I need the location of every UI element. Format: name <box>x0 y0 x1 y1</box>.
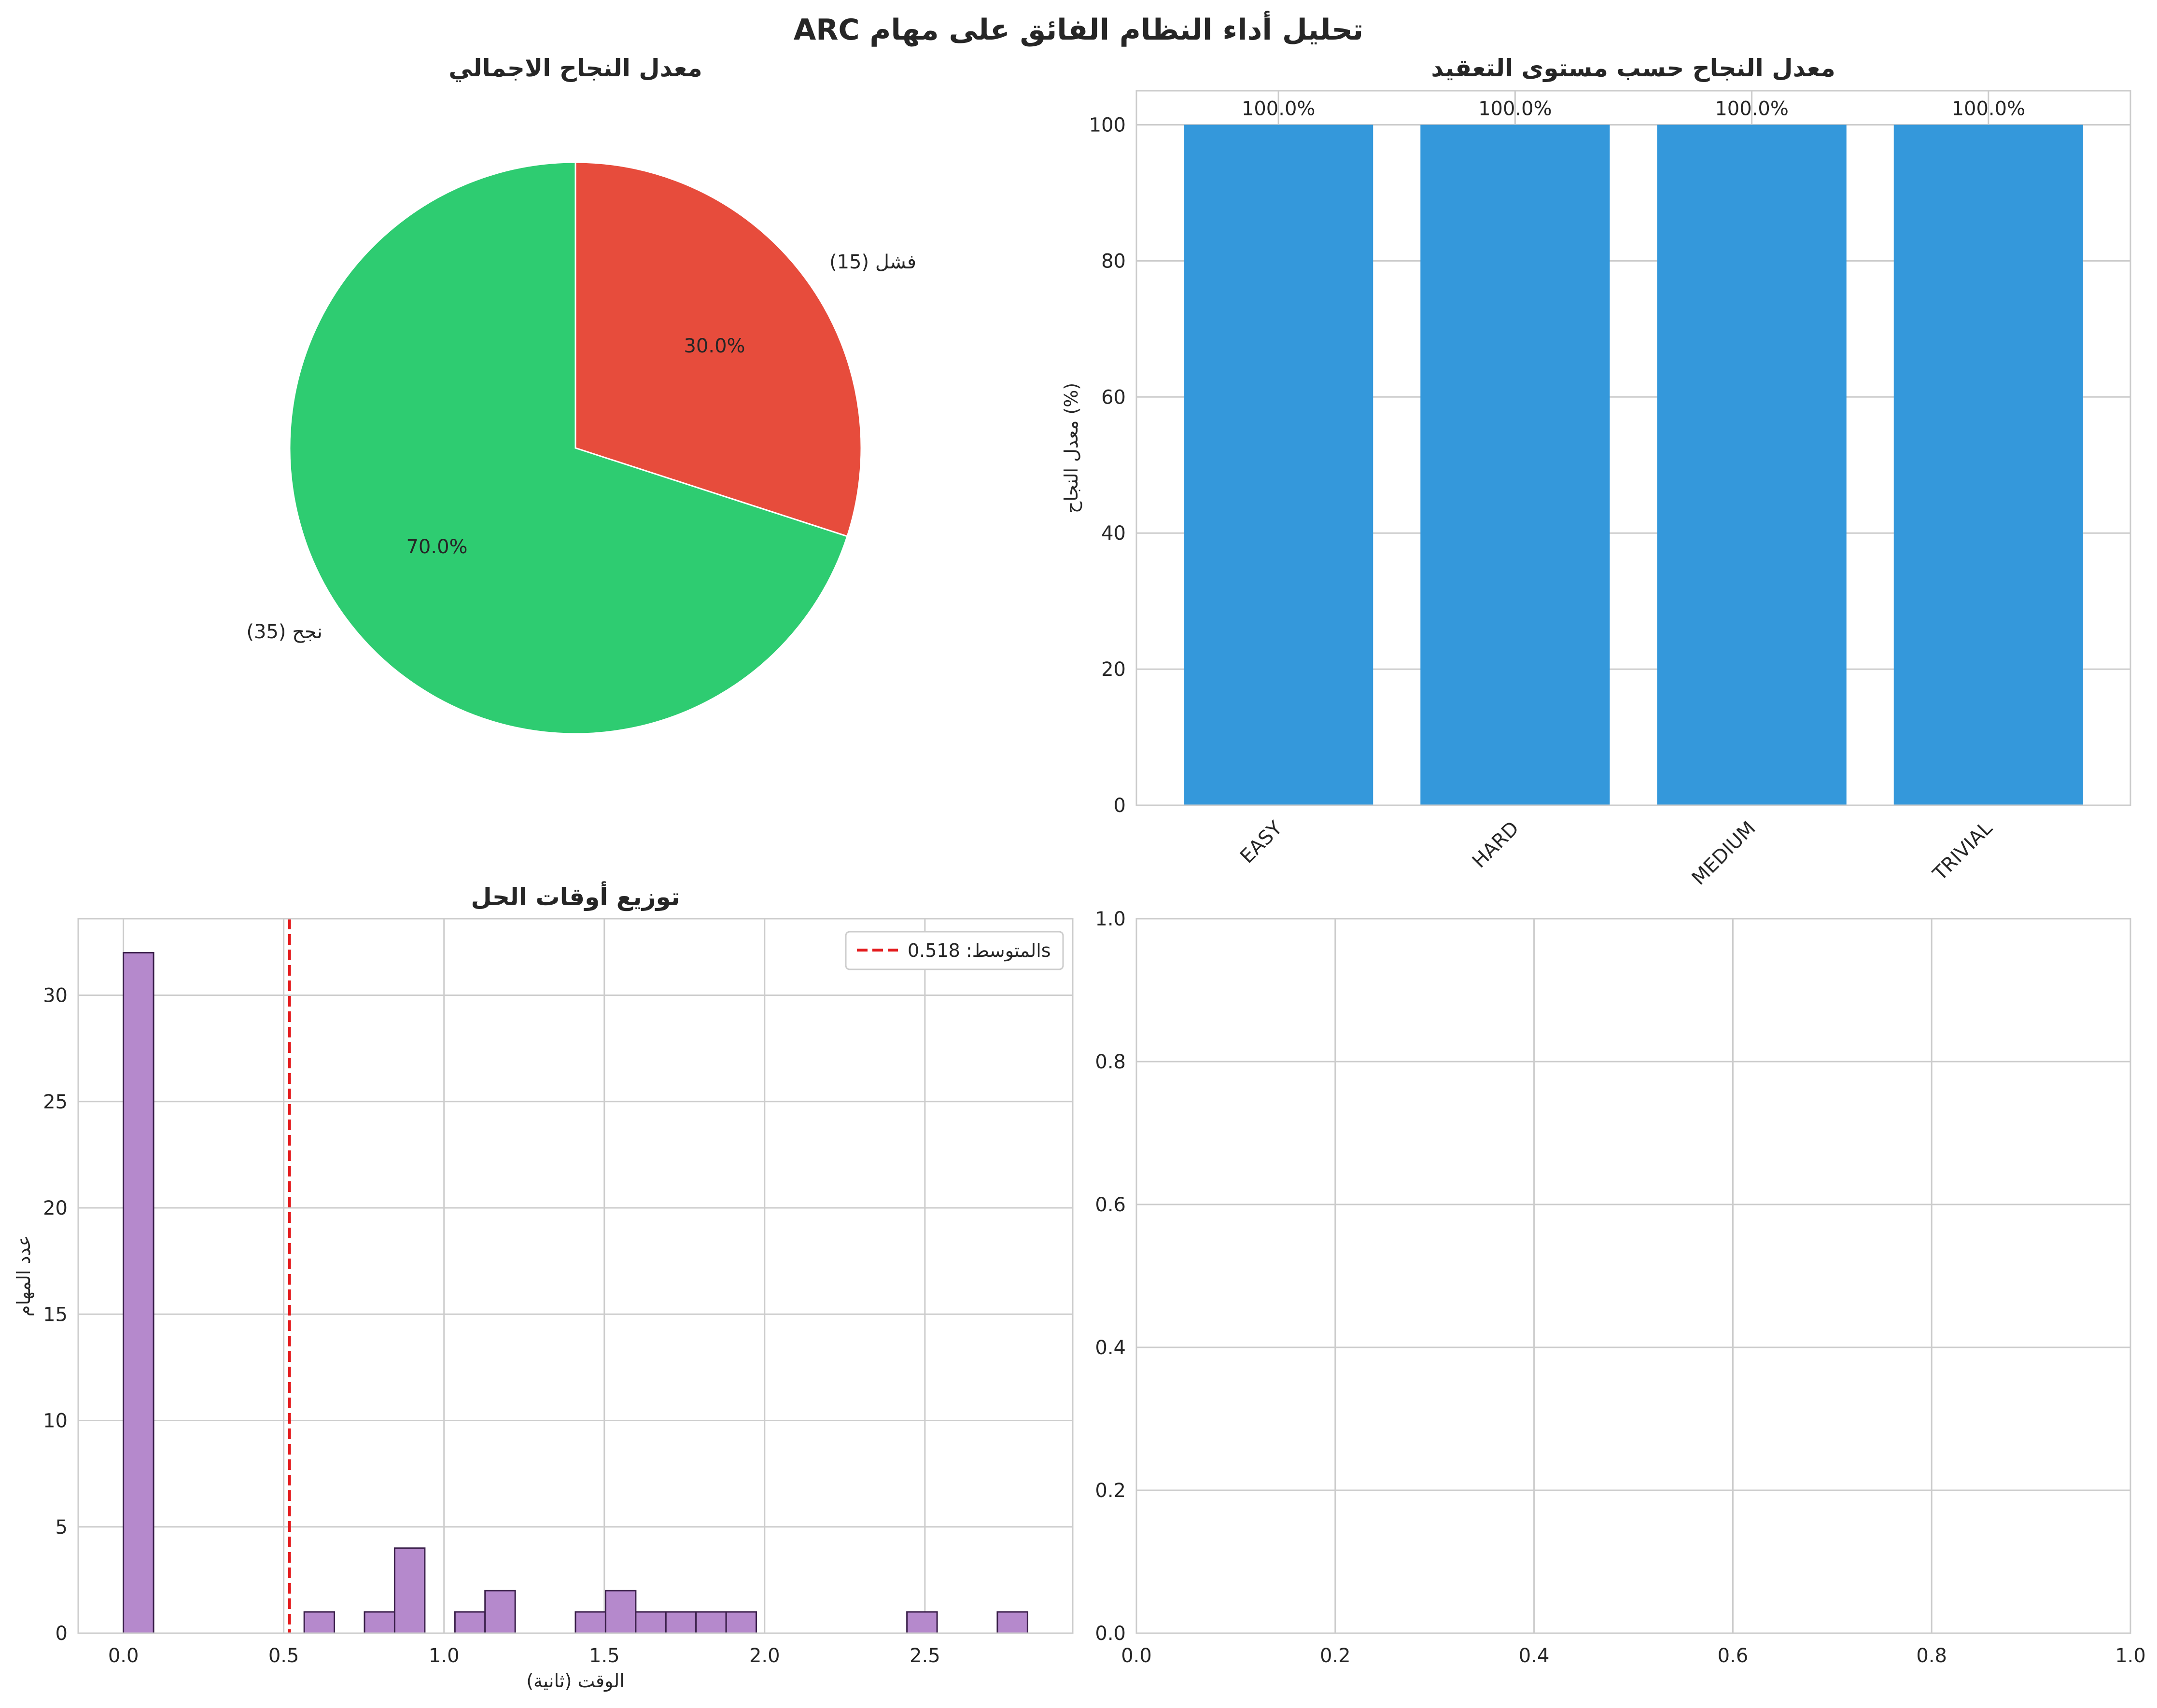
empty-xtick-label: 0.0 <box>1121 1645 1152 1667</box>
pie-title: معدل النجاح الاجمالي <box>448 54 702 82</box>
hist-ytick-label: 5 <box>56 1516 68 1539</box>
bar-xtick-label: EASY <box>1236 817 1287 868</box>
hist-xlabel: الوقت (ثانية) <box>526 1670 625 1692</box>
bar-xtick-label: MEDIUM <box>1688 817 1760 890</box>
pie-slices <box>289 161 862 735</box>
bar-value-label: 100.0% <box>1478 98 1552 120</box>
hist-bar <box>665 1611 697 1634</box>
empty-ytick-label: 1.0 <box>1095 908 1126 930</box>
hist-ytick-label: 30 <box>43 985 68 1007</box>
empty-ytick-label: 0.8 <box>1095 1051 1126 1073</box>
hist-xticks: 0.0 0.5 1.0 1.5 2.0 2.5 <box>108 1645 940 1667</box>
empty-xticks: 0.0 0.2 0.4 0.6 0.8 1.0 <box>1121 1645 2146 1667</box>
pie-label-success: نجح (35) <box>246 621 322 643</box>
hist-xtick-label: 0.5 <box>268 1645 299 1667</box>
empty-ytick-label: 0.0 <box>1095 1623 1126 1645</box>
empty-plot-area <box>1136 919 2130 1633</box>
bar-ytick-label: 40 <box>1101 522 1126 545</box>
hist-ytick-label: 10 <box>43 1410 68 1432</box>
bar-trivial <box>1893 125 2083 805</box>
bar-ytick-label: 100 <box>1089 114 1126 136</box>
hist-bar <box>364 1611 395 1634</box>
hist-bar <box>604 1590 637 1634</box>
hist-xtick-label: 1.5 <box>589 1645 620 1667</box>
hist-ylabel: عدد المهام <box>13 1235 35 1316</box>
empty-xtick-label: 0.2 <box>1320 1645 1351 1667</box>
hist-xtick-label: 2.5 <box>910 1645 940 1667</box>
pie-label-failure: فشل (15) <box>829 251 916 273</box>
hist-bar <box>574 1611 606 1634</box>
bar-value-label: 100.0% <box>1952 98 2026 120</box>
hist-panel: 0 5 10 15 20 25 30 0.0 0.5 1.0 1.5 2.0 2.5 توزيع أو… <box>13 881 1074 1692</box>
empty-yticks: 0.0 0.2 0.4 0.6 0.8 1.0 <box>1095 908 1126 1645</box>
hist-ytick-label: 25 <box>43 1091 68 1113</box>
bar-ytick-label: 20 <box>1101 658 1126 681</box>
hist-bar <box>906 1611 938 1634</box>
hist-legend: المتوسط: 0.518s <box>845 931 1064 970</box>
hist-xtick-label: 1.0 <box>429 1645 460 1667</box>
bar-panel: 0 20 40 60 80 100 EASY HARD MEDIUM TRIVIAL 100.0… <box>1061 54 2131 890</box>
hist-bar <box>695 1611 727 1634</box>
bar-ytick-label: 0 <box>1114 795 1126 817</box>
hist-bar <box>725 1611 757 1634</box>
empty-ytick-label: 0.6 <box>1095 1194 1126 1216</box>
bar-ytick-label: 60 <box>1101 386 1126 408</box>
bar-title: معدل النجاح حسب مستوى التعقيد <box>1431 54 1835 83</box>
bar-ylabel: معدل النجاح (%) <box>1061 383 1082 513</box>
bar-value-label: 100.0% <box>1242 98 1316 120</box>
hist-bar <box>123 952 154 1634</box>
empty-xtick-label: 1.0 <box>2115 1645 2146 1667</box>
pie-percent-success: 70.0% <box>406 536 467 558</box>
empty-xtick-label: 0.6 <box>1718 1645 1749 1667</box>
figure: تحليل أداء النظام الفائق على مهام ARC مع… <box>13 11 2146 1692</box>
bar-xtick-label: TRIVIAL <box>1929 817 1997 885</box>
bar-value-label: 100.0% <box>1715 98 1789 120</box>
bar-medium <box>1657 125 1847 805</box>
hist-plot-area <box>78 919 1073 1633</box>
hist-xtick-label: 2.0 <box>749 1645 780 1667</box>
bar-xtick-label: HARD <box>1468 817 1524 873</box>
pie-panel: معدل النجاح الاجمالي نجح (35) فشل (15) 7… <box>246 54 916 735</box>
empty-ytick-label: 0.2 <box>1095 1480 1126 1502</box>
hist-ytick-label: 0 <box>56 1623 68 1645</box>
hist-bar <box>484 1590 516 1634</box>
hist-ytick-label: 20 <box>43 1197 68 1219</box>
bar-ytick-label: 80 <box>1101 250 1126 272</box>
hist-legend-label: المتوسط: 0.518s <box>908 940 1051 962</box>
pie-percent-failure: 30.0% <box>684 335 745 357</box>
hist-xtick-label: 0.0 <box>108 1645 139 1667</box>
empty-ytick-label: 0.4 <box>1095 1337 1126 1359</box>
hist-ytick-label: 15 <box>43 1303 68 1326</box>
hist-bar <box>635 1611 667 1634</box>
hist-bar <box>454 1611 486 1634</box>
empty-panel: 0.0 0.2 0.4 0.6 0.8 1.0 0.0 0.2 0.4 0.6 0.8 1.0 <box>1095 908 2145 1667</box>
hist-bar <box>393 1547 426 1634</box>
bar-xticks: EASY HARD MEDIUM TRIVIAL <box>1236 817 1997 890</box>
bar-yticks: 0 20 40 60 80 100 <box>1089 114 1126 817</box>
bar-easy <box>1184 125 1373 805</box>
hist-yticks: 0 5 10 15 20 25 30 <box>43 985 68 1645</box>
bar-hard <box>1420 125 1610 805</box>
hist-bar <box>996 1611 1028 1634</box>
figure-title: تحليل أداء النظام الفائق على مهام ARC <box>794 11 1363 47</box>
hist-title: توزيع أوقات الحل <box>471 881 680 911</box>
hist-bar <box>303 1611 336 1634</box>
empty-xtick-label: 0.8 <box>1916 1645 1947 1667</box>
empty-xtick-label: 0.4 <box>1519 1645 1550 1667</box>
